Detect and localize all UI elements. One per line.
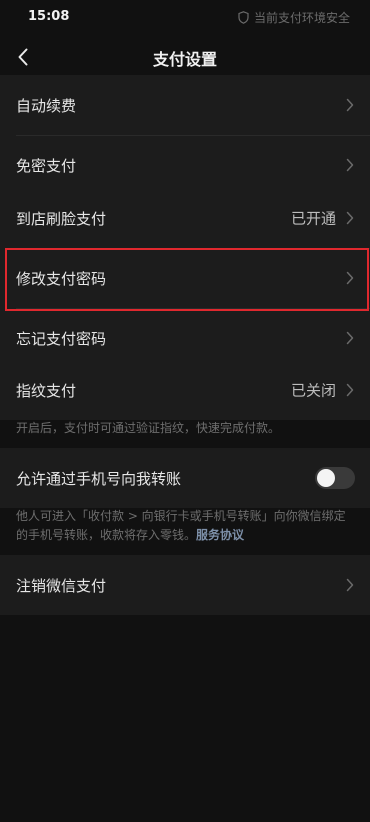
- chevron-right-icon: [346, 271, 354, 285]
- group-fingerprint: 指纹支付 已关闭: [0, 360, 370, 420]
- fingerprint-pay-row[interactable]: 指纹支付 已关闭: [0, 360, 370, 420]
- fingerprint-note: 开启后，支付时可通过验证指纹，快速完成付款。: [16, 421, 281, 435]
- group-subscription: 自动续费 免密支付: [0, 75, 370, 195]
- chevron-right-icon: [346, 98, 354, 112]
- phone-transfer-label: 允许通过手机号向我转账: [16, 469, 182, 488]
- face-pay-label: 到店刷脸支付: [16, 209, 107, 228]
- chevron-right-icon: [346, 158, 354, 172]
- change-password-row[interactable]: 修改支付密码: [0, 248, 370, 308]
- password-free-payment-row[interactable]: 免密支付: [0, 135, 370, 195]
- status-bar: 15:08 当前支付环境安全: [0, 0, 370, 32]
- phone-transfer-toggle[interactable]: [315, 467, 355, 489]
- chevron-right-icon: [346, 578, 354, 592]
- page-title: 支付设置: [152, 50, 217, 69]
- change-password-label: 修改支付密码: [16, 269, 107, 288]
- phone-transfer-row: 允许通过手机号向我转账: [0, 448, 370, 508]
- fingerprint-pay-status: 已关闭: [290, 381, 336, 400]
- cancel-wechat-pay-label: 注销微信支付: [16, 576, 107, 595]
- forgot-password-row[interactable]: 忘记支付密码: [0, 308, 370, 368]
- security-text: 当前支付环境安全: [253, 11, 350, 25]
- group-password: 到店刷脸支付 已开通 修改支付密码 忘记支付密码: [0, 188, 370, 368]
- status-time: 15:08: [28, 9, 70, 24]
- cancel-wechat-pay-row[interactable]: 注销微信支付: [0, 555, 370, 615]
- chevron-right-icon: [346, 383, 354, 397]
- group-cancel: 注销微信支付: [0, 555, 370, 615]
- phone-transfer-note: 他人可进入「收付款 > 向银行卡或手机号转账」向你微信绑定的手机号转账，收款将存…: [16, 507, 356, 545]
- service-agreement-link[interactable]: 服务协议: [196, 528, 244, 542]
- fingerprint-pay-label: 指纹支付: [16, 381, 77, 400]
- face-pay-status: 已开通: [290, 209, 336, 228]
- shield-icon: [238, 11, 249, 24]
- group-phone-transfer: 允许通过手机号向我转账: [0, 448, 370, 508]
- face-pay-row[interactable]: 到店刷脸支付 已开通: [0, 188, 370, 248]
- chevron-right-icon: [346, 331, 354, 345]
- security-status: 当前支付环境安全: [238, 9, 350, 26]
- auto-renew-label: 自动续费: [16, 96, 77, 115]
- chevron-right-icon: [346, 211, 354, 225]
- password-free-payment-label: 免密支付: [16, 156, 77, 175]
- auto-renew-row[interactable]: 自动续费: [0, 75, 370, 135]
- toggle-knob: [317, 469, 335, 487]
- forgot-password-label: 忘记支付密码: [16, 329, 107, 348]
- phone-transfer-note-text: 他人可进入「收付款 > 向银行卡或手机号转账」向你微信绑定的手机号转账，收款将存…: [16, 509, 346, 542]
